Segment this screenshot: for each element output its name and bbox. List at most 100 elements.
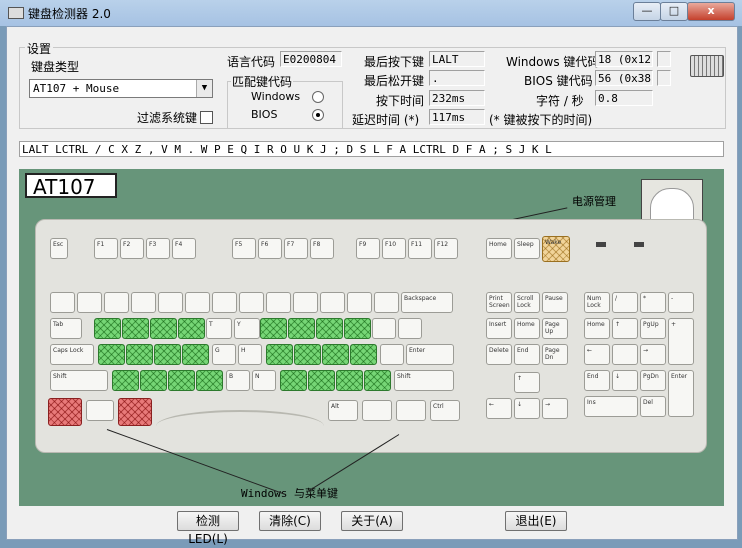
key-right-win xyxy=(362,400,392,421)
key-r xyxy=(178,318,205,339)
key-backquote xyxy=(50,292,75,313)
key-g: G xyxy=(212,344,236,365)
key-menu xyxy=(396,400,426,421)
keyboard-type-select[interactable]: AT107 + Mouse ▼ xyxy=(29,79,213,98)
key-num-8: ↑ xyxy=(612,318,638,339)
chevron-down-icon[interactable]: ▼ xyxy=(196,80,212,97)
key-num-4: ← xyxy=(584,344,610,365)
key-x xyxy=(140,370,167,391)
key-num-multiply: * xyxy=(640,292,666,313)
key-insert: Insert xyxy=(486,318,512,339)
key-f5: F5 xyxy=(232,238,256,259)
key-i xyxy=(288,318,315,339)
filter-system-keys-label: 过滤系统键 xyxy=(137,111,198,125)
filter-system-keys-checkbox[interactable] xyxy=(200,111,213,124)
key-num-7: Home xyxy=(584,318,610,339)
bios-keycode-label: BIOS 键代码 xyxy=(524,74,593,88)
led-num-lock xyxy=(596,242,606,247)
key-delete: Delete xyxy=(486,344,512,365)
language-code-field: E0200804 xyxy=(280,51,342,67)
key-w xyxy=(122,318,149,339)
key-backspace: Backspace xyxy=(401,292,453,313)
windows-option-label: Windows xyxy=(251,90,301,103)
key-f7: F7 xyxy=(284,238,308,259)
key-lbracket xyxy=(372,318,396,339)
key-6 xyxy=(212,292,237,313)
key-num-2: ↓ xyxy=(612,370,638,391)
key-c xyxy=(168,370,195,391)
key-scroll-lock: Scroll Lock xyxy=(514,292,540,313)
bios-radio[interactable] xyxy=(312,109,324,121)
clear-button[interactable]: 清除(C) xyxy=(259,511,321,531)
key-f8: F8 xyxy=(310,238,334,259)
key-home: Home xyxy=(514,318,540,339)
key-right-ctrl: Ctrl xyxy=(430,400,460,421)
key-minus xyxy=(347,292,372,313)
key-sequence-field: LALT LCTRL / C X Z , V M . W P E Q I R O… xyxy=(19,141,724,157)
key-n: N xyxy=(252,370,276,391)
key-f3: F3 xyxy=(146,238,170,259)
exit-button[interactable]: 退出(E) xyxy=(505,511,567,531)
last-pressed-label: 最后按下键 xyxy=(364,55,425,69)
key-print-screen: Print Screen xyxy=(486,292,512,313)
key-f9: F9 xyxy=(356,238,380,259)
windows-keycode-field: 18 (0x12) xyxy=(595,51,653,67)
key-period xyxy=(336,370,363,391)
detect-led-button[interactable]: 检测LED(L) xyxy=(177,511,239,546)
key-arrow-down: ↓ xyxy=(514,398,540,419)
key-h: H xyxy=(238,344,262,365)
key-pause: Pause xyxy=(542,292,568,313)
settings-group-label: 设置 xyxy=(25,40,54,57)
key-left-alt xyxy=(118,398,152,426)
minimize-button[interactable]: — xyxy=(633,2,661,21)
key-f4: F4 xyxy=(172,238,196,259)
key-sleep: Sleep xyxy=(514,238,540,259)
key-num-divide: / xyxy=(612,292,638,313)
window-title: 键盘检测器 2.0 xyxy=(28,7,111,21)
press-time-label: 按下时间 xyxy=(376,94,425,108)
key-num-enter: Enter xyxy=(668,370,694,417)
key-num-lock: Num Lock xyxy=(584,292,610,313)
power-management-label: 电源管理 xyxy=(572,195,616,208)
key-1 xyxy=(77,292,102,313)
key-caps-lock: Caps Lock xyxy=(50,344,94,365)
key-num-1: End xyxy=(584,370,610,391)
key-arrow-up: ↑ xyxy=(514,372,540,393)
key-4 xyxy=(158,292,183,313)
chars-per-second-label: 字符 / 秒 xyxy=(536,94,584,108)
about-button[interactable]: 关于(A) xyxy=(341,511,403,531)
key-b: B xyxy=(226,370,250,391)
maximize-button[interactable]: □ xyxy=(660,2,688,21)
key-f1: F1 xyxy=(94,238,118,259)
key-t: T xyxy=(206,318,232,339)
key-f11: F11 xyxy=(408,238,432,259)
key-0 xyxy=(320,292,345,313)
key-arrow-left: ← xyxy=(486,398,512,419)
last-pressed-field: LALT xyxy=(429,51,485,67)
main-window: 设置 键盘类型 AT107 + Mouse ▼ 过滤系统键 语言代码 E0200… xyxy=(6,26,738,546)
key-num-0: Ins xyxy=(584,396,638,417)
key-equal xyxy=(374,292,399,313)
key-end: End xyxy=(514,344,540,365)
key-num-minus: - xyxy=(668,292,694,313)
key-f12: F12 xyxy=(434,238,458,259)
key-q xyxy=(94,318,121,339)
close-button[interactable]: x xyxy=(687,2,735,21)
title-bar: 键盘检测器 2.0 — □ x xyxy=(0,0,742,26)
key-k xyxy=(294,344,321,365)
key-slash xyxy=(364,370,391,391)
keyboard-icon xyxy=(8,7,24,19)
key-o xyxy=(316,318,343,339)
bios-option-label: BIOS xyxy=(251,108,278,121)
key-wake: Wake xyxy=(542,236,570,262)
windows-radio[interactable] xyxy=(312,91,324,103)
press-time-field: 232ms xyxy=(429,90,485,106)
key-esc: Esc xyxy=(50,238,68,259)
led-caps-lock xyxy=(634,242,644,247)
delay-time-field: 117ms xyxy=(429,109,485,125)
key-num-5 xyxy=(612,344,638,365)
key-num-3: PgDn xyxy=(640,370,666,391)
key-5 xyxy=(185,292,210,313)
key-l xyxy=(322,344,349,365)
delay-time-label: 延迟时间 (*) xyxy=(352,113,420,127)
